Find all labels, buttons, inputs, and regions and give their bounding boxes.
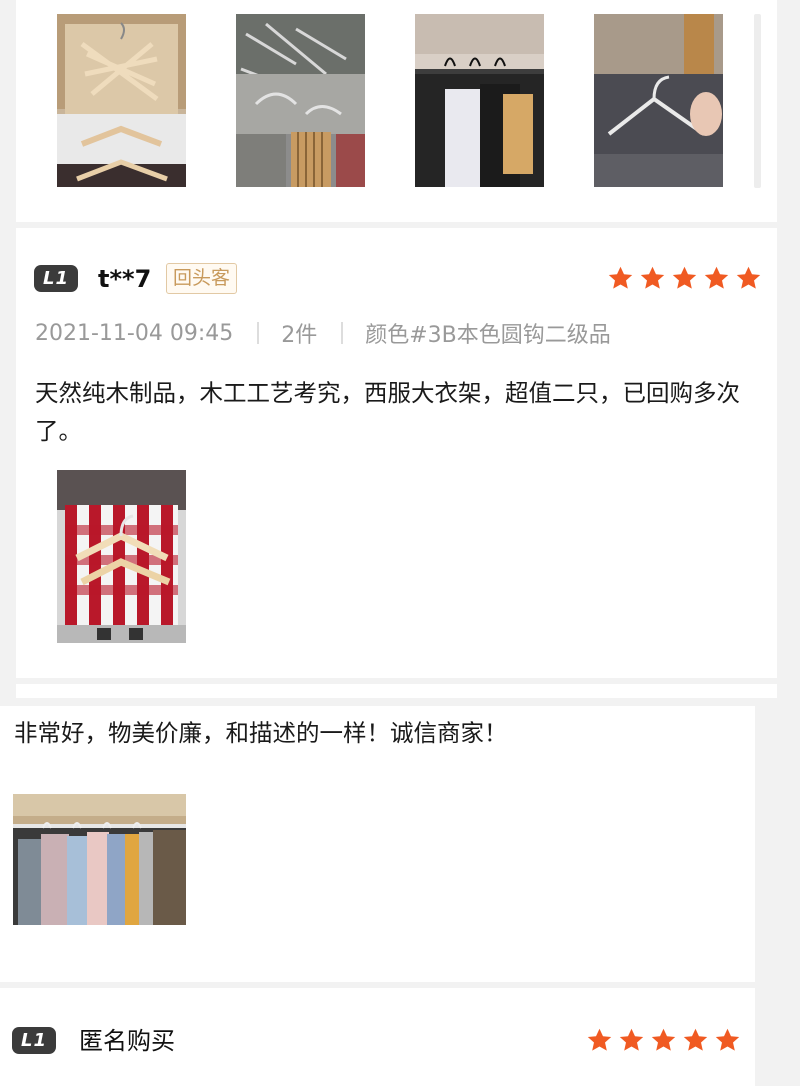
star-icon	[619, 1028, 644, 1051]
hanger-parts-photo	[236, 14, 365, 187]
star-icon	[683, 1028, 708, 1051]
review-card: 非常好，物美价廉，和描述的一样！诚信商家！	[0, 706, 755, 982]
review-meta: 2021-11-04 09:45 2件 颜色#3B本色圆钩二级品	[35, 317, 611, 349]
review-card-divider	[16, 684, 777, 698]
meta-divider	[341, 322, 344, 344]
hanger-in-hand-photo	[594, 14, 723, 187]
star-icon	[587, 1028, 612, 1051]
star-icon	[608, 266, 633, 289]
rating-stars	[586, 1027, 741, 1054]
wardrobe-shirts-photo	[13, 794, 186, 925]
review-photo-1[interactable]	[57, 14, 186, 187]
review-card-previous	[16, 0, 777, 222]
review-photo-4[interactable]	[594, 14, 723, 187]
star-icon	[715, 1028, 740, 1051]
review-date: 2021-11-04 09:45	[35, 320, 234, 346]
star-icon	[651, 1028, 676, 1051]
star-icon	[736, 266, 761, 289]
closet-coats-photo	[415, 14, 544, 187]
review-photo-2[interactable]	[236, 14, 365, 187]
review-username: 匿名购买	[79, 1027, 175, 1055]
review-variant: 颜色#3B本色圆钩二级品	[365, 323, 611, 348]
review-quantity: 2件	[281, 323, 318, 348]
meta-divider	[257, 322, 260, 344]
repeat-customer-tag: 回头客	[166, 263, 238, 294]
review-card: L1 t**7 回头客 2021-11-04 09:45 2件 颜色#3B本色圆…	[16, 228, 777, 678]
star-icon	[704, 266, 729, 289]
review-photo[interactable]	[13, 794, 186, 925]
star-icon	[640, 266, 665, 289]
hanger-box-photo	[57, 14, 186, 187]
hangers-on-checked-cloth-photo	[57, 470, 186, 643]
user-level-badge: L1	[12, 1027, 56, 1054]
review-username: t**7	[98, 265, 152, 293]
review-card: L1 匿名购买	[0, 988, 755, 1086]
review-photo[interactable]	[57, 470, 186, 643]
rating-stars	[607, 265, 762, 292]
review-text[interactable]: 天然纯木制品，木工工艺考究，西服大衣架，超值二只，已回购多次了。	[35, 374, 765, 450]
review-text[interactable]: 非常好，物美价廉，和描述的一样！诚信商家！	[14, 714, 744, 752]
user-level-badge: L1	[34, 265, 78, 292]
photo-strip-more-indicator	[754, 14, 761, 188]
star-icon	[672, 266, 697, 289]
review-photo-3[interactable]	[415, 14, 544, 187]
